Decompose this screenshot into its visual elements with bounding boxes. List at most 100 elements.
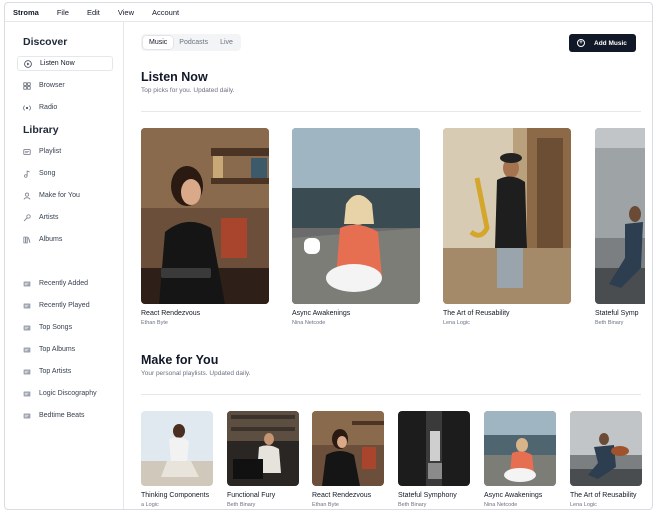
playlist-icon <box>23 280 31 288</box>
playlist-cover[interactable] <box>398 411 470 486</box>
album-artist: Beth Binary <box>595 320 624 326</box>
playlist-item[interactable]: Bedtime Beats <box>17 408 113 423</box>
playlist-label: Logic Discography <box>39 390 97 397</box>
sidebar-item-label: Make for You <box>39 192 80 199</box>
listen-now-subtitle: Top picks for you. Updated daily. <box>141 87 235 94</box>
menu-file[interactable]: File <box>57 8 69 17</box>
sidebar-item-label: Albums <box>39 236 63 243</box>
playlist-item[interactable]: Recently Played <box>17 298 113 313</box>
playlist-label: Top Albums <box>39 346 76 353</box>
sidebar-item-artists[interactable]: Artists <box>17 210 113 225</box>
playlist-card[interactable]: Async Awakenings Nina Netcode <box>484 411 556 508</box>
album-card[interactable]: Stateful Symp Beth Binary <box>595 128 645 326</box>
album-cover[interactable] <box>292 128 420 304</box>
playlist-card[interactable]: The Art of Reusability Lena Logic <box>570 411 642 508</box>
playlist-label: Bedtime Beats <box>39 412 85 419</box>
playlist-cover[interactable] <box>141 411 213 486</box>
album-artist: Ethan Byte <box>141 320 168 326</box>
playlist-title: React Rendezvous <box>312 492 372 499</box>
sidebar-item-make-for-you[interactable]: Make for You <box>17 188 113 203</box>
playlist-cover[interactable] <box>570 411 642 486</box>
playlist-item[interactable]: Logic Discography <box>17 386 113 401</box>
menu-edit[interactable]: Edit <box>87 8 100 17</box>
sidebar-item-browser[interactable]: Browser <box>17 78 113 93</box>
sidebar-item-label: Song <box>39 170 56 177</box>
playlist-item[interactable]: Top Songs <box>17 320 113 335</box>
playlist-card[interactable]: React Rendezvous Ethan Byte <box>312 411 384 508</box>
playlist-item[interactable]: Recently Added <box>17 276 113 291</box>
tab-music[interactable]: Music <box>143 36 174 49</box>
playlist-icon <box>23 302 31 310</box>
album-title: React Rendezvous <box>141 310 201 317</box>
grid-icon <box>23 81 31 90</box>
playlist-card[interactable]: Stateful Symphony Beth Binary <box>398 411 470 508</box>
sidebar-item-label: Artists <box>39 214 59 221</box>
playlist-label: Recently Played <box>39 302 90 309</box>
sidebar-item-label: Radio <box>39 104 58 111</box>
album-artist: Lena Logic <box>443 320 470 326</box>
playlist-card[interactable]: Functional Fury Beth Binary <box>227 411 299 508</box>
playlist-card[interactable]: Thinking Components a Logic <box>141 411 213 508</box>
main-content: Music Podcasts Live + Add Music Listen N… <box>125 22 652 509</box>
app-window: Stroma File Edit View Account Discover L… <box>4 2 653 510</box>
playlist-cover[interactable] <box>227 411 299 486</box>
music-note-icon <box>23 169 31 178</box>
playlist-artist: Beth Binary <box>227 502 256 508</box>
playlist-title: Functional Fury <box>227 492 276 499</box>
album-title: Stateful Symp <box>595 310 639 317</box>
sidebar-item-label: Listen Now <box>40 60 75 67</box>
add-music-label: Add Music <box>594 39 627 47</box>
tab-live[interactable]: Live <box>214 36 239 49</box>
menu-view[interactable]: View <box>118 8 134 17</box>
playlist-title: Stateful Symphony <box>398 492 457 499</box>
album-card[interactable]: Async Awakenings Nina Netcode <box>292 128 420 326</box>
playlist-item[interactable]: Top Artists <box>17 364 113 379</box>
playlist-icon <box>23 412 31 420</box>
album-cover[interactable] <box>141 128 269 304</box>
playlist-title: Async Awakenings <box>484 492 543 499</box>
sidebar-item-listen-now[interactable]: Listen Now <box>17 56 113 71</box>
album-cover[interactable] <box>595 128 645 304</box>
playlist-icon <box>23 390 31 398</box>
sidebar-item-albums[interactable]: Albums <box>17 232 113 247</box>
discover-heading: Discover <box>23 36 68 48</box>
playlist-artist: Beth Binary <box>398 502 427 508</box>
menu-account[interactable]: Account <box>152 8 179 17</box>
playlist-label: Top Artists <box>39 368 72 375</box>
sidebar-item-playlist[interactable]: Playlist <box>17 144 113 159</box>
album-cover[interactable] <box>443 128 571 304</box>
sidebar-item-label: Browser <box>39 82 65 89</box>
sidebar-item-radio[interactable]: Radio <box>17 100 113 115</box>
playlist-icon <box>23 148 31 156</box>
microphone-icon <box>23 213 31 222</box>
listen-now-heading: Listen Now <box>141 70 208 84</box>
playlist-icon <box>23 368 31 376</box>
menu-app-name[interactable]: Stroma <box>13 8 39 17</box>
playlist-label: Top Songs <box>39 324 73 331</box>
playlist-artist: Ethan Byte <box>312 502 339 508</box>
made-for-you-heading: Make for You <box>141 353 219 367</box>
user-icon <box>23 192 31 200</box>
playlist-artist: Lena Logic <box>570 502 597 508</box>
album-title: The Art of Reusability <box>443 310 510 317</box>
playlist-cover[interactable] <box>312 411 384 486</box>
sidebar-item-label: Playlist <box>39 148 62 155</box>
album-card[interactable]: React Rendezvous Ethan Byte <box>141 128 269 326</box>
section-divider <box>141 394 641 395</box>
playlist-title: The Art of Reusability <box>570 492 637 499</box>
sidebar-item-song[interactable]: Song <box>17 166 113 181</box>
playlist-item[interactable]: Top Albums <box>17 342 113 357</box>
media-tabs: Music Podcasts Live <box>141 34 241 51</box>
tab-podcasts[interactable]: Podcasts <box>173 36 214 49</box>
playlist-icon <box>23 324 31 332</box>
album-artist: Nina Netcode <box>292 320 326 326</box>
playlist-cover[interactable] <box>484 411 556 486</box>
add-music-button[interactable]: + Add Music <box>569 34 636 52</box>
made-for-you-subtitle: Your personal playlists. Updated daily. <box>141 370 251 377</box>
playlist-artist: a Logic <box>141 502 159 508</box>
playlist-icon <box>23 346 31 354</box>
library-icon <box>23 236 31 244</box>
radio-icon <box>23 104 31 112</box>
album-card[interactable]: The Art of Reusability Lena Logic <box>443 128 571 326</box>
playlist-label: Recently Added <box>39 280 89 287</box>
